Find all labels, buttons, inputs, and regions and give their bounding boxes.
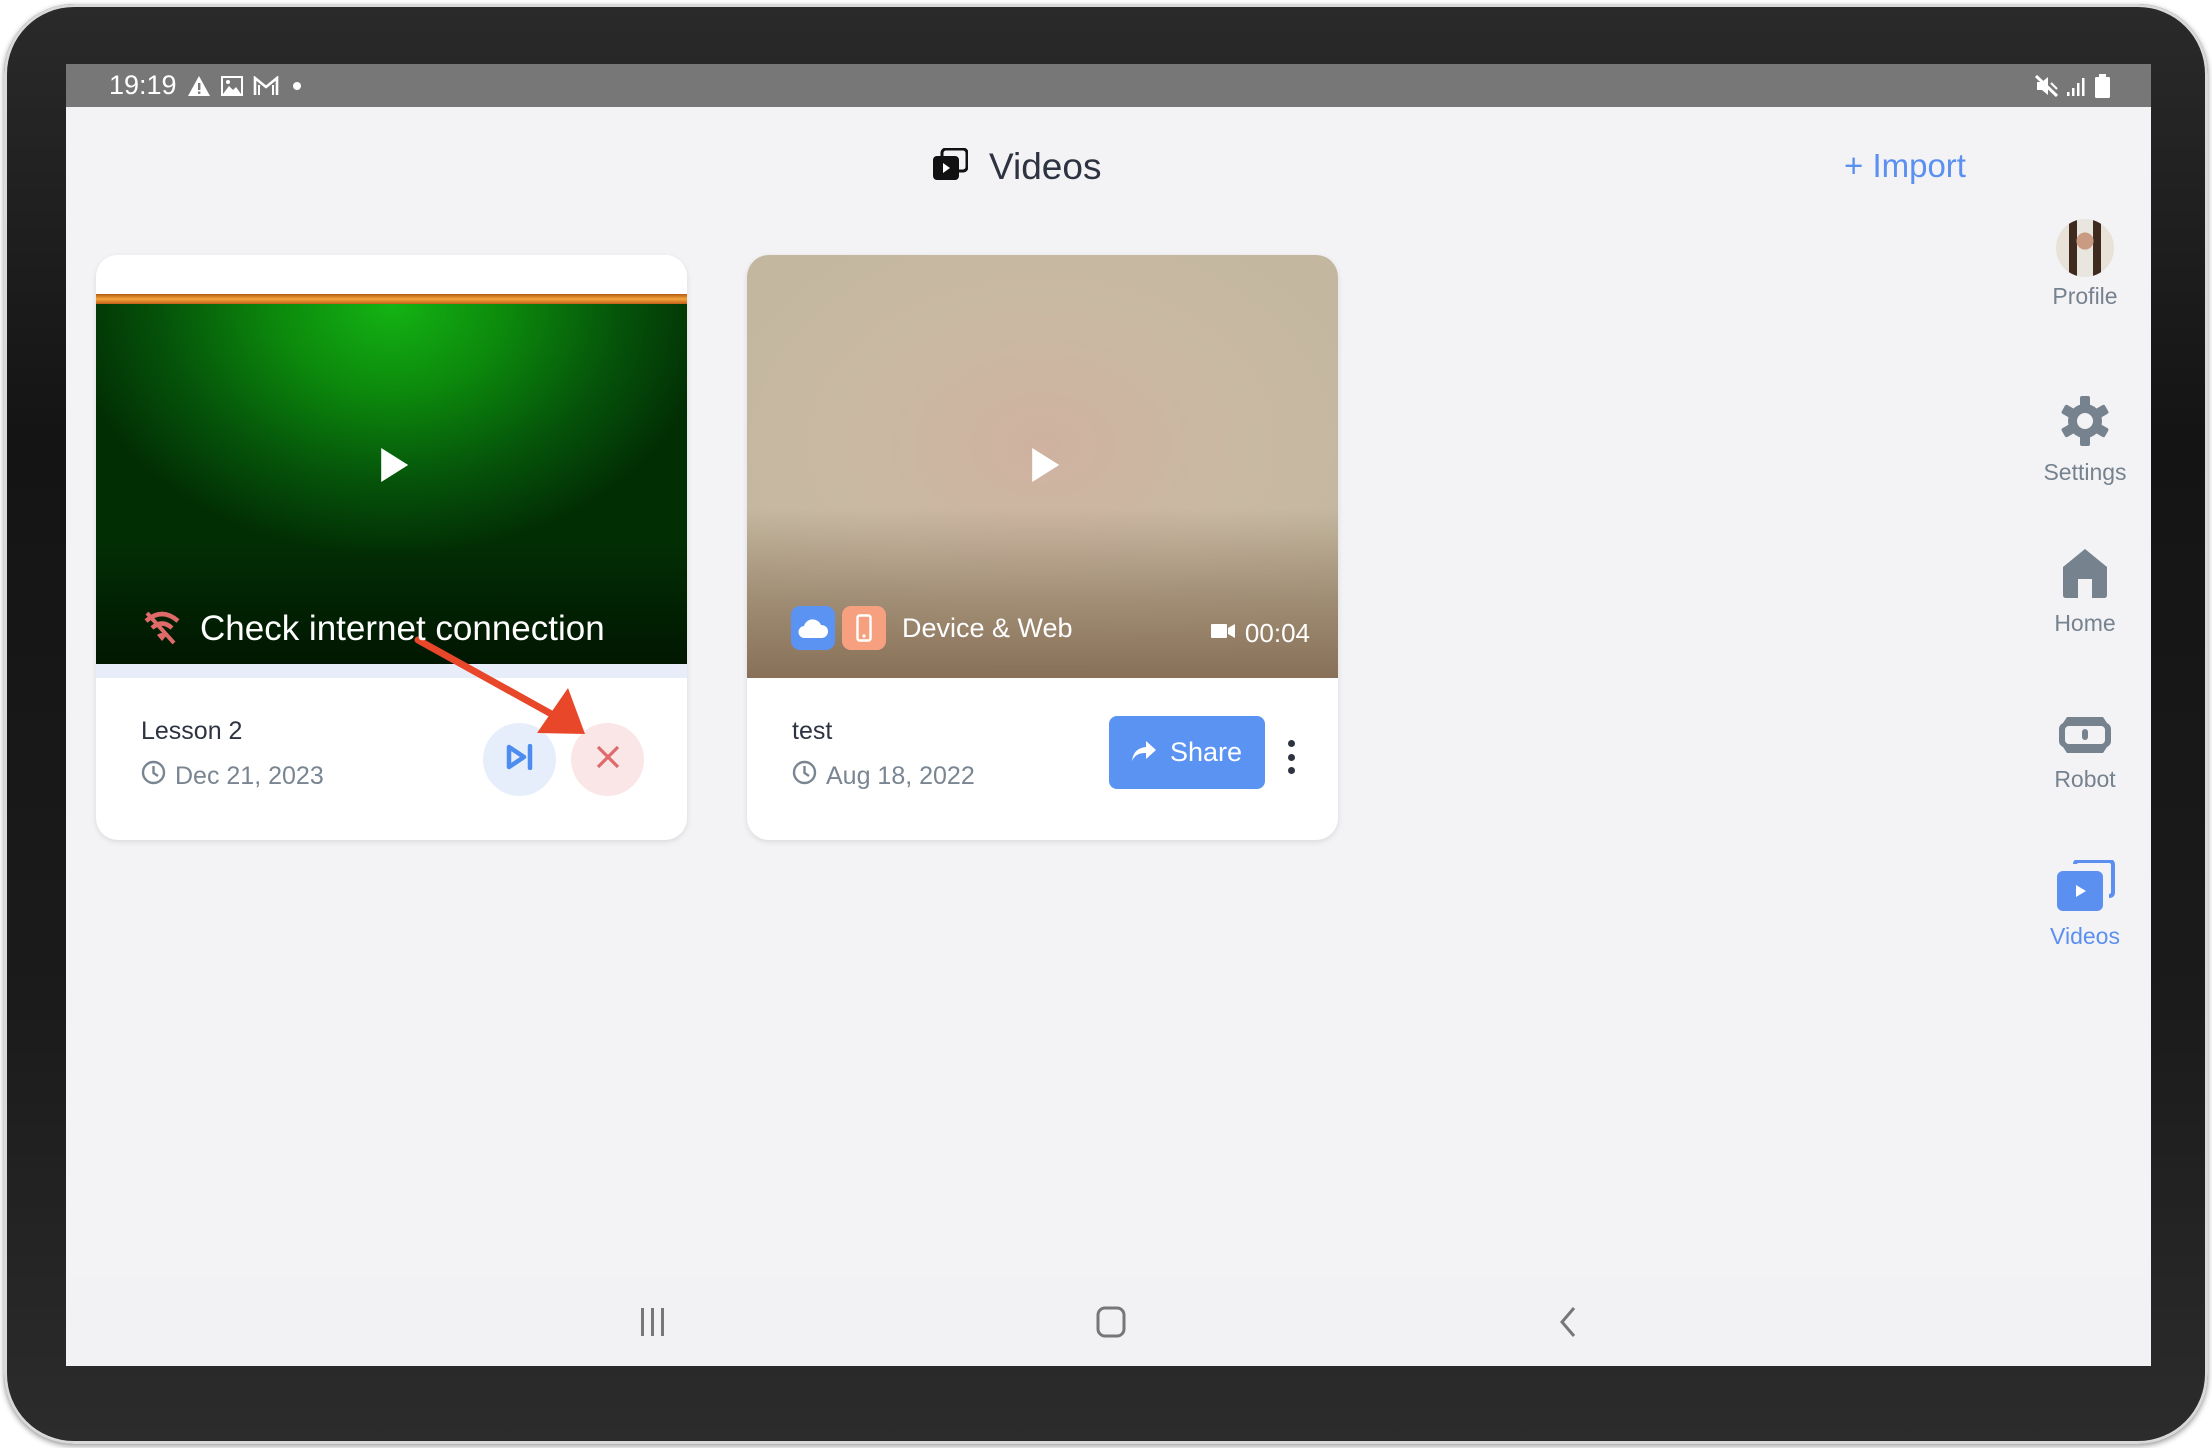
system-nav-bar: [66, 1278, 2151, 1366]
sidebar: Profile Settings Home Robot Videos: [2026, 107, 2144, 1278]
screen: 19:19 Videos + Import Check internet con…: [66, 64, 2151, 1366]
video-date: Dec 21, 2023: [141, 760, 324, 792]
skip-next-icon: [506, 743, 534, 775]
camera-icon: [1210, 623, 1235, 644]
sidebar-item-label: Home: [2054, 610, 2116, 636]
videos-app: Videos + Import Check internet connectio…: [66, 107, 2151, 1278]
sidebar-item-label: Robot: [2054, 766, 2116, 792]
video-title: test: [792, 717, 833, 745]
video-card[interactable]: Check internet connection Lesson 2 Dec 2…: [96, 255, 687, 840]
sidebar-item-label: Videos: [2050, 923, 2120, 949]
video-date: Aug 18, 2022: [792, 760, 975, 792]
sidebar-item-label: Profile: [2052, 283, 2118, 309]
sidebar-item-robot[interactable]: Robot: [2026, 715, 2144, 793]
sidebar-item-profile[interactable]: Profile: [2026, 219, 2144, 310]
status-bar: 19:19: [66, 64, 2151, 107]
back-button[interactable]: [1556, 1304, 1580, 1340]
import-button[interactable]: + Import: [1844, 147, 1966, 185]
share-button-label: Share: [1169, 737, 1243, 767]
play-icon[interactable]: [380, 448, 408, 482]
sidebar-item-settings[interactable]: Settings: [2026, 394, 2144, 486]
page-title: Videos: [933, 145, 1102, 187]
videos-icon: [2055, 859, 2115, 917]
mute-icon: [2034, 74, 2060, 98]
alert-icon: [188, 74, 210, 98]
avatar: [2056, 219, 2114, 277]
signal-icon: [2066, 74, 2086, 98]
wifi-off-icon: [142, 609, 182, 650]
source-label: Device & Web: [902, 612, 1073, 643]
gmail-icon: [253, 74, 279, 98]
video-date-text: Aug 18, 2022: [826, 761, 975, 790]
video-duration: 00:04: [1210, 615, 1310, 651]
share-icon: [1131, 737, 1170, 768]
video-title: Lesson 2: [141, 717, 243, 745]
robot-icon: [2057, 715, 2113, 760]
gear-icon: [2058, 394, 2112, 453]
source-badges: Device & Web: [791, 606, 1073, 650]
status-time: 19:19: [109, 70, 177, 100]
page-title-text: Videos: [989, 145, 1102, 187]
home-button[interactable]: [1096, 1304, 1126, 1340]
share-button[interactable]: Share: [1109, 716, 1265, 789]
clock-icon: [141, 760, 175, 792]
phone-icon: [842, 606, 886, 650]
recents-button[interactable]: [639, 1304, 667, 1340]
video-thumbnail[interactable]: Device & Web 00:04: [747, 255, 1338, 678]
sidebar-item-home[interactable]: Home: [2026, 547, 2144, 637]
video-date-text: Dec 21, 2023: [175, 761, 324, 790]
cloud-icon: [791, 606, 835, 650]
video-thumbnail[interactable]: Check internet connection: [96, 255, 687, 678]
video-duration-text: 00:04: [1244, 617, 1310, 648]
connection-status-text: Check internet connection: [200, 609, 605, 648]
home-icon: [2059, 547, 2111, 604]
cancel-upload-button[interactable]: [571, 723, 644, 796]
image-icon: [221, 74, 243, 98]
battery-icon: [2094, 74, 2110, 98]
close-icon: [595, 744, 621, 775]
sidebar-item-label: Settings: [2043, 459, 2127, 485]
clock-icon: [792, 760, 826, 792]
sidebar-item-videos[interactable]: Videos: [2026, 859, 2144, 950]
connection-status: Check internet connection: [142, 609, 605, 649]
more-options-icon[interactable]: [1279, 738, 1303, 776]
resume-upload-button[interactable]: [483, 723, 556, 796]
video-card[interactable]: Device & Web 00:04 test Aug 18, 2022 Sha…: [747, 255, 1338, 840]
dot-icon: [292, 74, 302, 98]
play-icon[interactable]: [1031, 448, 1059, 482]
videos-icon: [933, 147, 969, 185]
